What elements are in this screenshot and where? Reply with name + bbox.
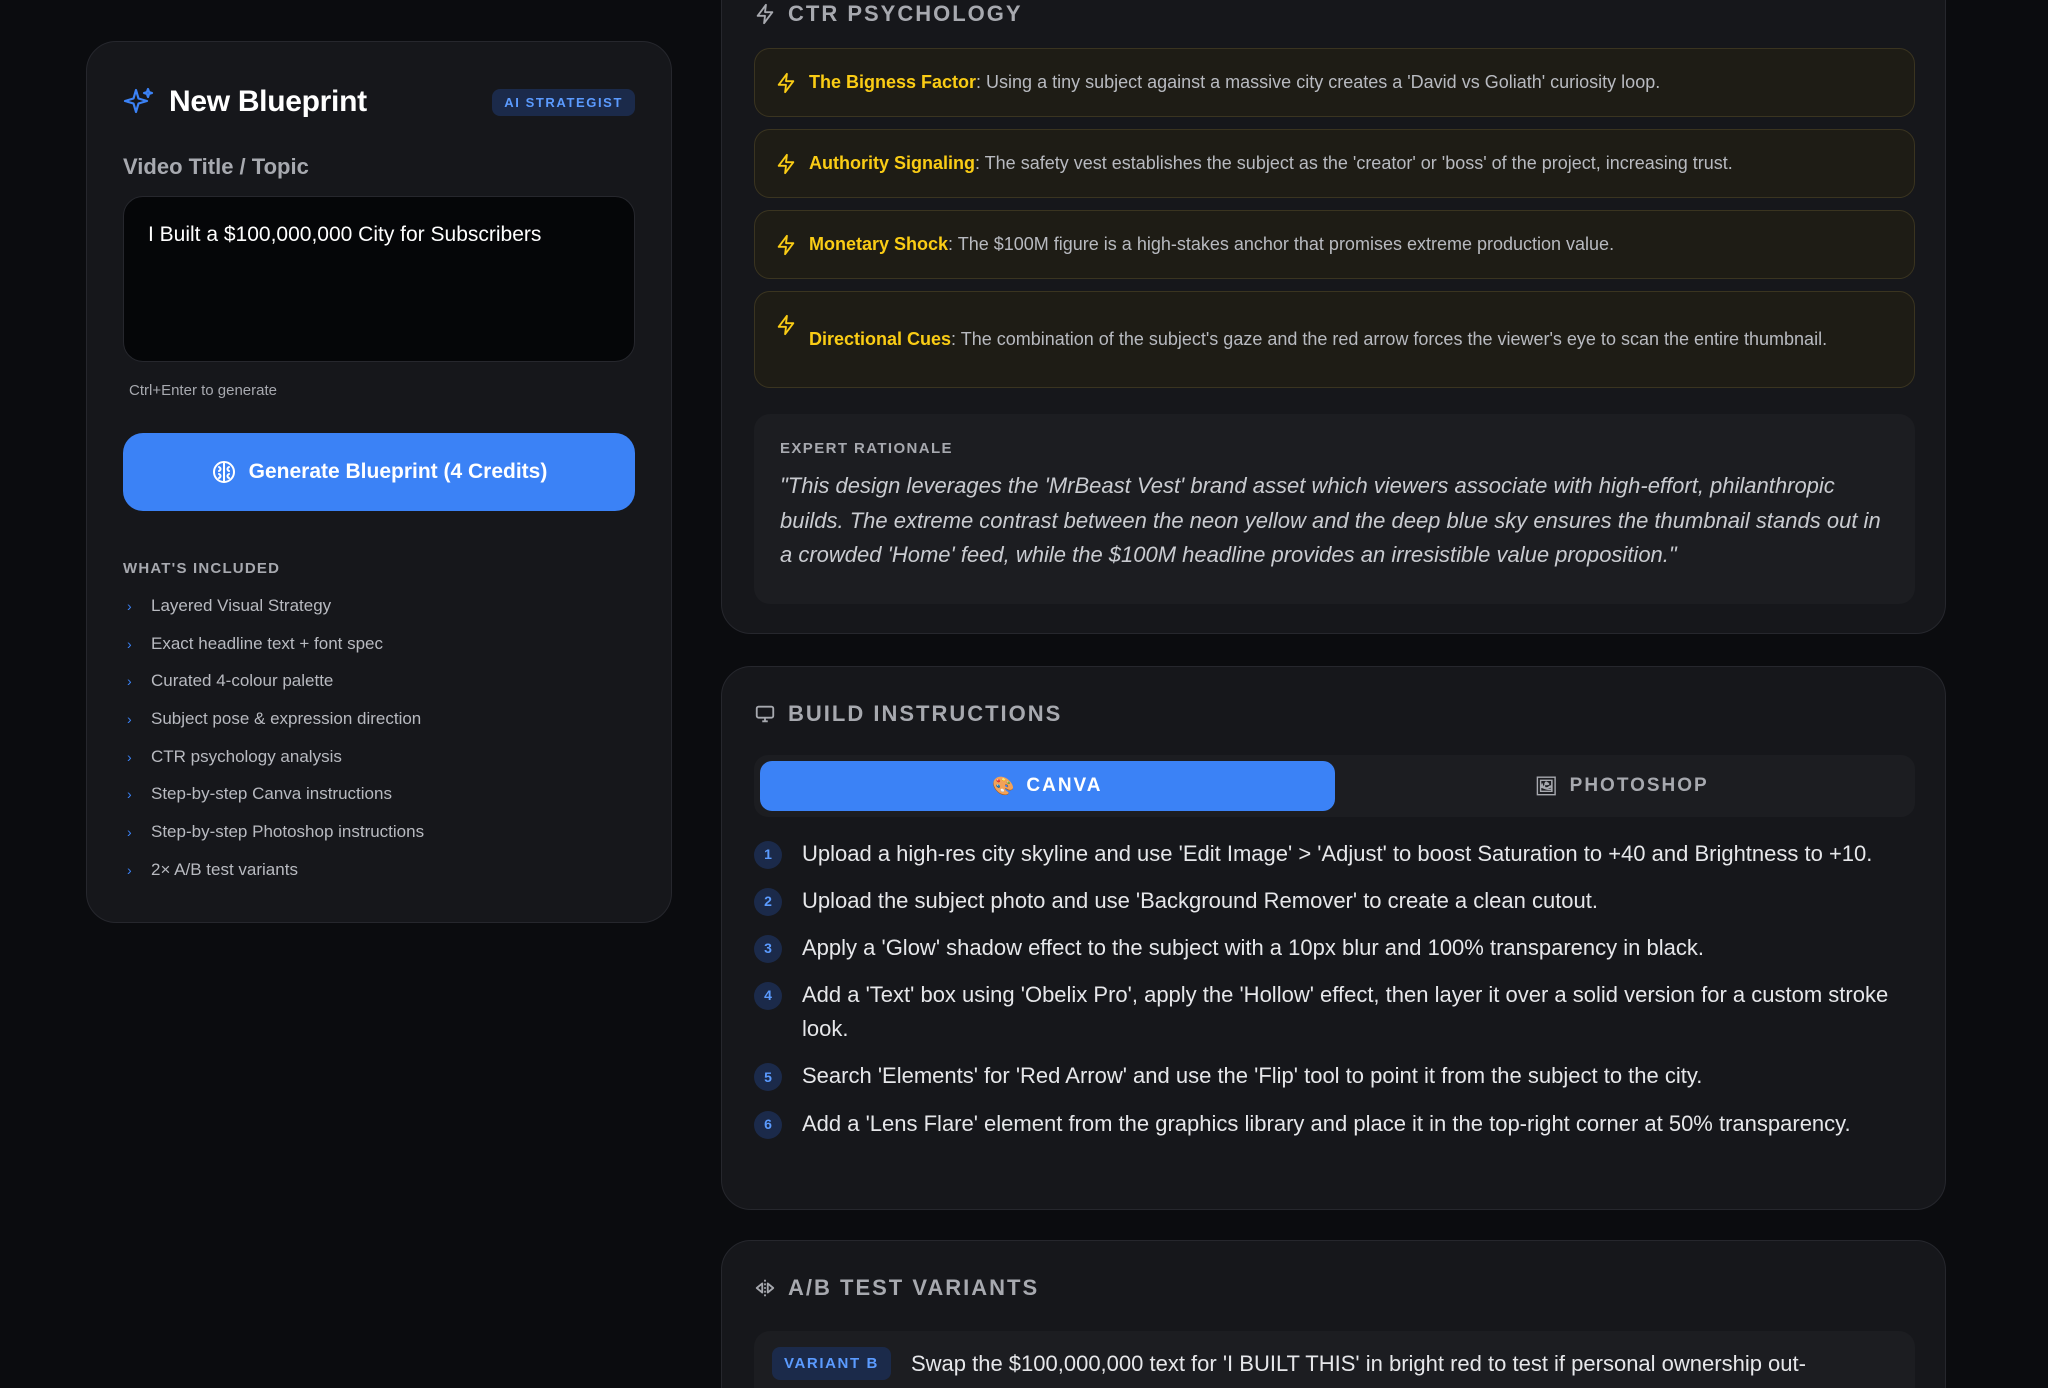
step-number: 3 <box>754 935 782 964</box>
chevron-right-icon: › <box>127 710 132 727</box>
variant-badge: VARIANT B <box>772 1347 891 1380</box>
build-section-title: BUILD INSTRUCTIONS <box>788 701 1063 726</box>
generate-button-label: Generate Blueprint (4 Credits) <box>248 460 548 483</box>
brain-icon <box>212 461 235 483</box>
monitor-icon <box>755 705 775 723</box>
lightning-icon <box>756 3 774 25</box>
build-instructions-card: BUILD INSTRUCTIONS 🎨 CANVA 🖼 PHOTOSHOP 1… <box>721 666 1946 1210</box>
chevron-right-icon: › <box>127 673 132 690</box>
step-text: Add a 'Lens Flare' element from the grap… <box>802 1110 1851 1136</box>
shortcut-hint: Ctrl+Enter to generate <box>129 382 278 399</box>
split-icon <box>755 1279 775 1297</box>
list-item: › CTR psychology analysis <box>123 738 424 776</box>
list-item: › Curated 4-colour palette <box>123 662 424 700</box>
step-number: 1 <box>754 841 782 869</box>
chevron-right-icon: › <box>127 823 132 840</box>
list-item: › 2× A/B test variants <box>123 851 424 889</box>
insight-text: : The safety vest establishes the subjec… <box>975 152 1733 173</box>
list-item: 4 Add a 'Text' box using 'Obelix Pro', ap… <box>754 978 1915 1046</box>
lightning-icon <box>777 234 795 255</box>
tab-photoshop[interactable]: 🖼 PHOTOSHOP <box>1335 761 1910 811</box>
rationale-label: EXPERT RATIONALE <box>780 440 953 457</box>
variant-item: VARIANT B Swap the $100,000,000 text for… <box>754 1331 1915 1388</box>
generate-blueprint-button[interactable]: Generate Blueprint (4 Credits) <box>123 433 635 511</box>
image-icon: 🖼 <box>1534 775 1560 796</box>
chevron-right-icon: › <box>127 635 132 652</box>
list-item: 3 Apply a 'Glow' shadow effect to the sub… <box>754 931 1915 965</box>
step-text: Apply a 'Glow' shadow effect to the subj… <box>802 935 1704 961</box>
list-item: 2 Upload the subject photo and use 'Backg… <box>754 884 1915 918</box>
instruction-steps: 1 Upload a high-res city skyline and use … <box>754 837 1915 1154</box>
list-item: › Exact headline text + font spec <box>123 625 424 663</box>
ai-strategist-badge: AI STRATEGIST <box>492 88 635 116</box>
included-heading: WHAT'S INCLUDED <box>123 560 281 577</box>
chevron-right-icon: › <box>127 861 132 878</box>
list-item: 5 Search 'Elements' for 'Red Arrow' and u… <box>754 1059 1915 1093</box>
chevron-right-icon: › <box>127 748 132 765</box>
step-text: Search 'Elements' for 'Red Arrow' and us… <box>802 1063 1703 1089</box>
list-item: › Layered Visual Strategy <box>123 587 424 625</box>
sparkles-icon <box>123 87 154 114</box>
panel-header: New Blueprint AI STRATEGIST <box>123 82 635 122</box>
lightning-icon <box>777 314 795 336</box>
list-item: 1 Upload a high-res city skyline and use … <box>754 837 1915 871</box>
ab-section-header: A/B TEST VARIANTS <box>754 1275 1039 1301</box>
ctr-section-header: CTR PSYCHOLOGY <box>754 1 1023 27</box>
list-item: 6 Add a 'Lens Flare' element from the gra… <box>754 1107 1915 1141</box>
insight-name: Directional Cues <box>809 328 952 349</box>
step-text: Upload the subject photo and use 'Backgr… <box>802 888 1599 914</box>
ctr-insight: Authority Signaling: The safety vest est… <box>754 129 1915 198</box>
included-list: › Layered Visual Strategy › Exact headline… <box>123 587 424 889</box>
ctr-insight: The Bigness Factor: Using a tiny subject… <box>754 48 1915 117</box>
chevron-right-icon: › <box>127 597 132 614</box>
lightning-icon <box>777 72 795 93</box>
insight-name: The Bigness Factor <box>809 71 977 92</box>
ctr-section-title: CTR PSYCHOLOGY <box>788 1 1023 26</box>
build-section-header: BUILD INSTRUCTIONS <box>754 701 1062 727</box>
insight-text: : The combination of the subject's gaze … <box>951 328 1828 349</box>
new-blueprint-panel: New Blueprint AI STRATEGIST Video Title … <box>86 41 672 923</box>
ctr-psychology-card: CTR PSYCHOLOGY The Bigness Factor: Using… <box>721 0 1946 634</box>
ab-section-title: A/B TEST VARIANTS <box>788 1275 1040 1300</box>
tab-canva[interactable]: 🎨 CANVA <box>760 761 1335 811</box>
rationale-text: "This design leverages the 'MrBeast Vest… <box>780 473 1881 568</box>
list-item: › Step-by-step Photoshop instructions <box>123 813 424 851</box>
list-item: › Subject pose & expression direction <box>123 700 424 738</box>
topic-field-label: Video Title / Topic <box>123 154 309 179</box>
expert-rationale: EXPERT RATIONALE "This design leverages … <box>754 414 1915 604</box>
step-text: Upload a high-res city skyline and use '… <box>802 841 1873 866</box>
ab-test-variants-card: A/B TEST VARIANTS VARIANT B Swap the $10… <box>721 1240 1946 1388</box>
insight-text: : The $100M figure is a high-stakes anch… <box>948 233 1615 254</box>
step-number: 2 <box>754 888 782 917</box>
ctr-insight: Directional Cues: The combination of the… <box>754 291 1915 388</box>
lightning-icon <box>777 153 795 174</box>
insight-text: : Using a tiny subject against a massive… <box>976 71 1661 92</box>
tool-tabs: 🎨 CANVA 🖼 PHOTOSHOP <box>754 755 1915 817</box>
ctr-insight: Monetary Shock: The $100M figure is a hi… <box>754 210 1915 279</box>
step-number: 6 <box>754 1110 782 1139</box>
chevron-right-icon: › <box>127 786 132 803</box>
step-text: Add a 'Text' box using 'Obelix Pro', app… <box>802 982 1889 1042</box>
insight-name: Monetary Shock <box>809 233 949 254</box>
step-number: 5 <box>754 1063 782 1092</box>
step-number: 4 <box>754 982 782 1011</box>
list-item: › Step-by-step Canva instructions <box>123 775 424 813</box>
topic-input[interactable]: I Built a $100,000,000 City for Subscrib… <box>123 196 635 362</box>
palette-icon: 🎨 <box>991 775 1017 796</box>
insight-name: Authority Signaling <box>809 152 975 173</box>
variant-text: Swap the $100,000,000 text for 'I BUILT … <box>910 1351 1806 1376</box>
panel-title: New Blueprint <box>169 85 367 118</box>
